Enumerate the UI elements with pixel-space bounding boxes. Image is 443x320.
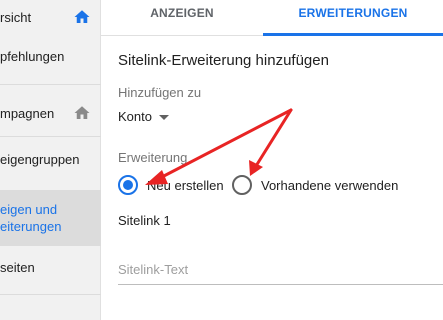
chevron-down-icon	[159, 115, 169, 120]
arrow-to-new-radio	[158, 108, 293, 180]
sidebar-divider	[0, 84, 101, 85]
sitelink-text-underline	[118, 284, 443, 285]
active-tab-indicator	[263, 33, 443, 36]
sidebar-item-overview[interactable]: rsicht	[0, 8, 101, 28]
radio-existing[interactable]	[232, 175, 252, 195]
sidebar-item-label-line1: eigen und	[0, 202, 58, 217]
arrow-to-existing-radio	[254, 108, 293, 168]
arrow-head-existing	[249, 160, 263, 176]
radio-new[interactable]	[118, 175, 138, 195]
sidebar-item-recommendations[interactable]: pfehlungen	[0, 47, 101, 67]
sidebar-item-pages[interactable]: seiten	[0, 258, 101, 278]
home-icon	[73, 104, 91, 125]
sidebar-item-adgroups[interactable]: eigengruppen	[0, 150, 101, 170]
sidebar-item-label: rsicht	[0, 10, 32, 25]
sidebar: rsicht pfehlungen mpagnen eigengruppen e…	[0, 0, 101, 320]
sidebar-divider	[0, 294, 101, 295]
sidebar-item-label: eigengruppen	[0, 152, 80, 167]
sidebar-item-label-line2: eiterungen	[0, 219, 62, 234]
sidebar-item-label: mpagnen	[0, 106, 55, 121]
add-to-value: Konto	[118, 109, 152, 124]
sidebar-item-label: seiten	[0, 260, 35, 275]
sitelink-heading: Sitelink 1	[118, 213, 171, 228]
tab-bar: ANZEIGEN ERWEITERUNGEN	[101, 0, 443, 36]
tab-erweiterungen[interactable]: ERWEITERUNGEN	[263, 0, 443, 36]
tab-anzeigen[interactable]: ANZEIGEN	[101, 0, 263, 36]
page-title: Sitelink-Erweiterung hinzufügen	[118, 52, 329, 69]
extension-label: Erweiterung	[118, 150, 188, 165]
add-to-dropdown[interactable]: Konto	[118, 106, 178, 128]
sidebar-item-label: pfehlungen	[0, 49, 65, 64]
radio-existing-label[interactable]: Vorhandene verwenden	[261, 178, 398, 193]
sidebar-divider	[0, 136, 101, 137]
sitelink-text-input[interactable]: Sitelink-Text	[118, 262, 188, 277]
home-icon	[73, 8, 91, 29]
sidebar-item-ads-extensions[interactable]: eigen und eiterungen	[0, 190, 101, 246]
radio-new-label[interactable]: Neu erstellen	[147, 178, 224, 193]
sidebar-item-campaigns[interactable]: mpagnen	[0, 104, 101, 124]
add-to-label: Hinzufügen zu	[118, 85, 202, 100]
